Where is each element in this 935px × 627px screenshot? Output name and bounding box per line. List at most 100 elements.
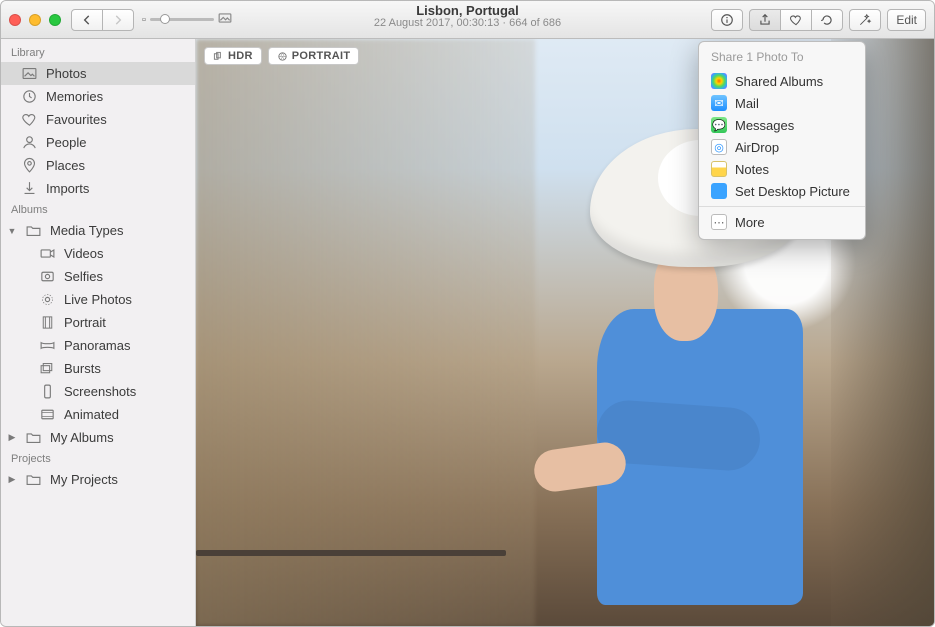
messages-icon: 💬 — [711, 117, 727, 133]
sidebar-item-bursts[interactable]: Bursts — [1, 357, 195, 380]
edit-label: Edit — [896, 13, 917, 27]
sidebar-item-livephotos[interactable]: Live Photos — [1, 288, 195, 311]
toolbar: ▫ Lisbon, Portugal 22 August 2017, 00:30… — [1, 1, 934, 39]
sidebar-item-label: Photos — [46, 66, 86, 81]
share-item-messages[interactable]: 💬 Messages — [699, 114, 865, 136]
back-button[interactable] — [71, 9, 103, 31]
disclosure-triangle-icon[interactable]: ▶ — [7, 432, 17, 443]
minimize-window-button[interactable] — [29, 14, 41, 26]
share-item-desktop[interactable]: Set Desktop Picture — [699, 180, 865, 202]
sidebar-item-label: Favourites — [46, 112, 107, 127]
slider-thumb[interactable] — [160, 14, 170, 24]
sidebar-item-my-projects[interactable]: ▶ My Projects — [1, 468, 195, 491]
auto-enhance-button[interactable] — [849, 9, 881, 31]
photos-window: ▫ Lisbon, Portugal 22 August 2017, 00:30… — [0, 0, 935, 627]
hdr-badge: HDR — [204, 47, 262, 65]
sidebar-item-label: Media Types — [50, 223, 123, 238]
section-albums: Albums — [1, 200, 195, 219]
rotate-button[interactable] — [811, 9, 843, 31]
photos-icon — [21, 65, 38, 82]
share-item-airdrop[interactable]: ◎ AirDrop — [699, 136, 865, 158]
hdr-icon — [213, 51, 224, 62]
mail-icon: ✉ — [711, 95, 727, 111]
zoom-slider[interactable]: ▫ — [142, 11, 232, 29]
animated-icon — [39, 406, 56, 423]
shared-albums-icon — [711, 73, 727, 89]
edit-button[interactable]: Edit — [887, 9, 926, 31]
share-item-notes[interactable]: Notes — [699, 158, 865, 180]
forward-button[interactable] — [102, 9, 134, 31]
sidebar-item-label: My Projects — [50, 472, 118, 487]
sidebar-item-label: Places — [46, 158, 85, 173]
sidebar-item-screenshots[interactable]: Screenshots — [1, 380, 195, 403]
share-popover-header: Share 1 Photo To — [699, 48, 865, 70]
close-window-button[interactable] — [9, 14, 21, 26]
sidebar-item-favourites[interactable]: Favourites — [1, 108, 195, 131]
sidebar-item-label: Selfies — [64, 269, 103, 284]
sidebar-item-label: Panoramas — [64, 338, 130, 353]
disclosure-triangle-icon[interactable]: ▶ — [7, 474, 17, 485]
memories-icon — [21, 88, 38, 105]
favourite-button[interactable] — [780, 9, 812, 31]
sidebar-item-label: My Albums — [50, 430, 114, 445]
sidebar-item-videos[interactable]: Videos — [1, 242, 195, 265]
share-popover: Share 1 Photo To Shared Albums ✉ Mail 💬 … — [698, 41, 866, 240]
bursts-icon — [39, 360, 56, 377]
share-icon — [758, 13, 772, 27]
rotate-icon — [820, 13, 834, 27]
people-icon — [21, 134, 38, 151]
panorama-icon — [39, 337, 56, 354]
photo-viewer[interactable]: HDR PORTRAIT Share 1 Photo To Shared Alb… — [196, 39, 934, 626]
share-item-more[interactable]: ⋯ More — [699, 211, 865, 233]
sidebar-item-label: Imports — [46, 181, 89, 196]
share-button[interactable] — [749, 9, 781, 31]
sidebar-item-panoramas[interactable]: Panoramas — [1, 334, 195, 357]
section-projects: Projects — [1, 449, 195, 468]
info-icon — [720, 13, 734, 27]
chevron-right-icon — [111, 13, 125, 27]
imports-icon — [21, 180, 38, 197]
sidebar-item-label: Videos — [64, 246, 104, 261]
video-icon — [39, 245, 56, 262]
window-controls — [9, 14, 61, 26]
sidebar-item-memories[interactable]: Memories — [1, 85, 195, 108]
sidebar-item-label: Live Photos — [64, 292, 132, 307]
portrait-badge: PORTRAIT — [268, 47, 360, 65]
sidebar: Library Photos Memories Favourites Peopl… — [1, 39, 196, 626]
more-icon: ⋯ — [711, 214, 727, 230]
share-item-mail[interactable]: ✉ Mail — [699, 92, 865, 114]
sidebar-item-animated[interactable]: Animated — [1, 403, 195, 426]
desktop-picture-icon — [711, 183, 727, 199]
folder-icon — [25, 471, 42, 488]
aperture-icon — [277, 51, 288, 62]
photo-badges: HDR PORTRAIT — [204, 47, 359, 65]
sidebar-item-places[interactable]: Places — [1, 154, 195, 177]
sidebar-item-portrait[interactable]: Portrait — [1, 311, 195, 334]
nav-back-forward — [71, 9, 134, 31]
sidebar-item-people[interactable]: People — [1, 131, 195, 154]
notes-icon — [711, 161, 727, 177]
sidebar-item-label: Bursts — [64, 361, 101, 376]
share-item-shared-albums[interactable]: Shared Albums — [699, 70, 865, 92]
sidebar-item-photos[interactable]: Photos — [1, 62, 195, 85]
section-library: Library — [1, 43, 195, 62]
sidebar-item-media-types[interactable]: ▼ Media Types — [1, 219, 195, 242]
folder-icon — [25, 222, 42, 239]
magic-wand-icon — [858, 13, 872, 27]
menu-separator — [699, 206, 865, 207]
window-body: Library Photos Memories Favourites Peopl… — [1, 39, 934, 626]
screenshots-icon — [39, 383, 56, 400]
heart-icon — [789, 13, 803, 27]
disclosure-triangle-icon[interactable]: ▼ — [7, 226, 17, 236]
info-button[interactable] — [711, 9, 743, 31]
slider-track[interactable] — [150, 18, 214, 21]
zoom-window-button[interactable] — [49, 14, 61, 26]
sidebar-item-my-albums[interactable]: ▶ My Albums — [1, 426, 195, 449]
places-icon — [21, 157, 38, 174]
sidebar-item-label: Portrait — [64, 315, 106, 330]
chevron-left-icon — [80, 13, 94, 27]
folder-icon — [25, 429, 42, 446]
sidebar-item-selfies[interactable]: Selfies — [1, 265, 195, 288]
sidebar-item-label: People — [46, 135, 86, 150]
sidebar-item-imports[interactable]: Imports — [1, 177, 195, 200]
